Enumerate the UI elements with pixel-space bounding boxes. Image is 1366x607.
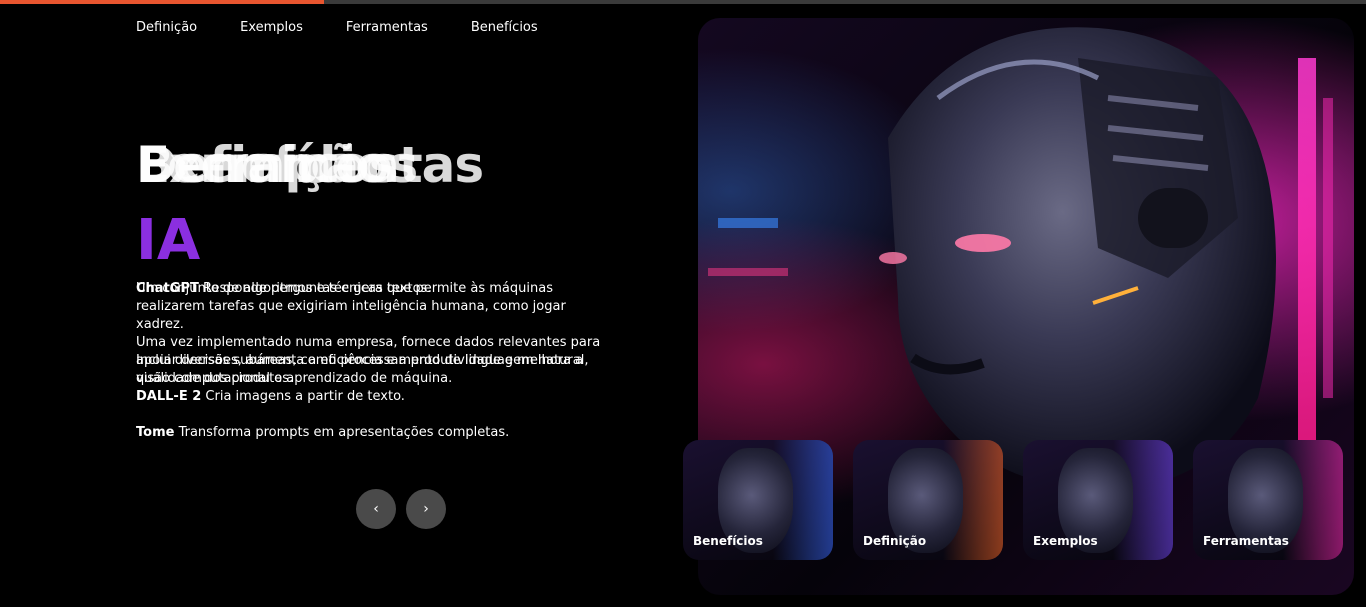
nav-ferramentas[interactable]: Ferramentas xyxy=(346,20,428,35)
thumbnail-label: Benefícios xyxy=(693,534,763,548)
prev-button[interactable]: ‹ xyxy=(356,489,396,529)
slider-controls: ‹ › xyxy=(356,489,446,529)
ia-heading: IA xyxy=(136,208,201,273)
tool-description: Transforma prompts em apresentações comp… xyxy=(174,425,510,440)
thumbnail-label: Definição xyxy=(863,534,927,548)
chevron-right-icon: › xyxy=(423,501,429,517)
nav-definicao[interactable]: Definição xyxy=(136,20,197,35)
top-nav: Definição Exemplos Ferramentas Benefício… xyxy=(136,20,538,35)
slide-title: Benefícios xyxy=(136,136,418,194)
slide-title-stack: Definição Exemplos Ferramentas Benefício… xyxy=(136,136,696,196)
thumbnail-label: Ferramentas xyxy=(1203,534,1289,548)
slide-paragraph: DALL-E 2 Cria imagens a partir de texto. xyxy=(136,388,616,406)
slide-paragraph: Um conjunto de algoritmos e técnicas que… xyxy=(136,281,566,332)
tool-name: Tome xyxy=(136,425,175,440)
thumbnail-list: Benefícios Definição Exemplos Ferramenta… xyxy=(683,440,1343,560)
chevron-left-icon: ‹ xyxy=(373,501,379,517)
tool-description: Cria imagens a partir de texto. xyxy=(201,389,405,404)
thumbnail-exemplos[interactable]: Exemplos xyxy=(1023,440,1173,560)
slide-paragraph: Inclui diversas subáreas, como processam… xyxy=(136,353,589,386)
thumbnail-beneficios[interactable]: Benefícios xyxy=(683,440,833,560)
tool-name: DALL-E 2 xyxy=(136,389,202,404)
thumbnail-definicao[interactable]: Definição xyxy=(853,440,1003,560)
slide-paragraph: Tome Transforma prompts em apresentações… xyxy=(136,424,616,442)
next-button[interactable]: › xyxy=(406,489,446,529)
nav-exemplos[interactable]: Exemplos xyxy=(240,20,303,35)
nav-beneficios[interactable]: Benefícios xyxy=(471,20,538,35)
thumbnail-ferramentas[interactable]: Ferramentas xyxy=(1193,440,1343,560)
progress-bar xyxy=(0,0,324,4)
thumbnail-label: Exemplos xyxy=(1033,534,1098,548)
